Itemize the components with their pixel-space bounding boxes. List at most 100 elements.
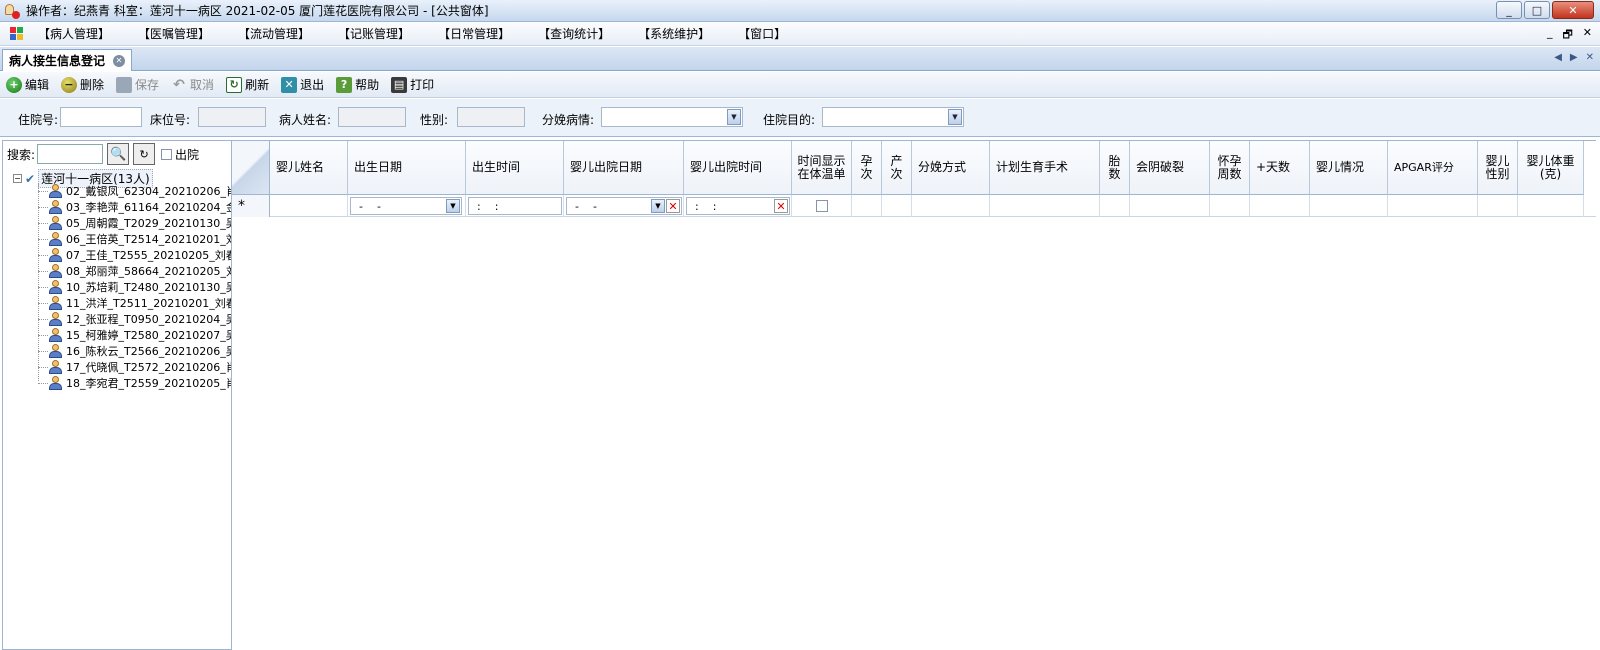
delivery-method-cell[interactable] [912, 195, 990, 217]
patient-node[interactable]: 08_郑丽萍_58664_20210205_刘 [38, 263, 231, 279]
close-button[interactable]: ✕ [1552, 1, 1594, 19]
print-button[interactable]: ▤ 打印 [391, 76, 434, 93]
chevron-down-icon[interactable]: ▼ [727, 109, 741, 125]
admission-no-input[interactable] [60, 107, 142, 127]
show-on-chart-checkbox[interactable] [816, 200, 828, 212]
column-header[interactable]: 计划生育手术 [990, 141, 1100, 195]
patient-node[interactable]: 11_洪洋_T2511_20210201_刘春 [38, 295, 231, 311]
column-header[interactable]: 婴儿情况 [1310, 141, 1388, 195]
column-header[interactable]: 分娩方式 [912, 141, 990, 195]
chevron-down-icon[interactable]: ▼ [446, 199, 460, 213]
edit-button[interactable]: + 编辑 [6, 76, 49, 93]
patient-node[interactable]: 05_周朝霞_T2029_20210130_吴 [38, 215, 231, 231]
birth-date-input[interactable]: - - ▼ [350, 197, 462, 215]
tab-scroll-left-icon[interactable]: ◀ [1554, 52, 1562, 63]
baby-name-cell[interactable] [270, 195, 348, 217]
gravida-cell[interactable] [852, 195, 882, 217]
column-header[interactable]: 婴儿性别 [1478, 141, 1518, 195]
help-button[interactable]: ? 帮助 [336, 76, 379, 93]
baby-sex-cell[interactable] [1478, 195, 1518, 217]
discharge-time-cell[interactable]: : : ✕ [684, 195, 792, 217]
birth-time-cell[interactable]: : : [466, 195, 564, 217]
collapse-icon[interactable]: − [13, 174, 22, 183]
delete-button[interactable]: − 删除 [61, 76, 104, 93]
column-header[interactable]: 婴儿出院日期 [564, 141, 684, 195]
menu-system[interactable]: 【系统维护】 [638, 25, 710, 42]
column-header[interactable]: APGAR评分 [1388, 141, 1478, 195]
patient-node[interactable]: 02_戴银凤_62304_20210206_肖 [38, 183, 231, 199]
birth-date-cell[interactable]: - - ▼ [348, 195, 466, 217]
patient-node[interactable]: 16_陈秋云_T2566_20210206_吴 [38, 343, 231, 359]
bed-no-input[interactable] [198, 107, 266, 127]
plus-days-cell[interactable] [1250, 195, 1310, 217]
birth-time-input[interactable]: : : [468, 197, 562, 215]
cancel-button[interactable]: ↶ 取消 [171, 76, 214, 93]
search-input[interactable] [37, 144, 104, 164]
refresh-tree-button[interactable]: ↻ [133, 143, 156, 165]
refresh-button[interactable]: ↻ 刷新 [226, 76, 269, 93]
column-header[interactable]: 怀孕周数 [1210, 141, 1250, 195]
mdi-minimize-button[interactable]: _ [1547, 26, 1553, 45]
patient-node[interactable]: 06_王倍英_T2514_20210201_刘 [38, 231, 231, 247]
menu-query[interactable]: 【查询统计】 [538, 25, 610, 42]
patient-node[interactable]: 15_柯雅婷_T2580_20210207_吴 [38, 327, 231, 343]
grid-corner[interactable] [232, 141, 270, 195]
menu-flow[interactable]: 【流动管理】 [238, 25, 310, 42]
apgar-cell[interactable] [1388, 195, 1478, 217]
table-row[interactable]: * - - ▼ : : - - ▼ ✕ : : ✕ [232, 195, 1596, 217]
baby-condition-cell[interactable] [1310, 195, 1388, 217]
discharged-checkbox[interactable] [161, 148, 173, 160]
patient-node[interactable]: 10_苏培莉_T2480_20210130_吴 [38, 279, 231, 295]
save-button[interactable]: 保存 [116, 76, 159, 93]
patient-node[interactable]: 17_代晓佩_T2572_20210206_肖 [38, 359, 231, 375]
clear-icon[interactable]: ✕ [666, 199, 680, 213]
chevron-down-icon[interactable]: ▼ [651, 199, 665, 213]
patient-node[interactable]: 03_李艳萍_61164_20210204_金 [38, 199, 231, 215]
menu-billing[interactable]: 【记账管理】 [338, 25, 410, 42]
baby-weight-cell[interactable] [1518, 195, 1584, 217]
column-header[interactable]: 会阴破裂 [1130, 141, 1210, 195]
family-planning-cell[interactable] [990, 195, 1100, 217]
search-button[interactable]: 🔍 [107, 143, 130, 165]
column-header[interactable]: +天数 [1250, 141, 1310, 195]
tab-close-all-icon[interactable]: ✕ [1586, 52, 1594, 63]
column-header[interactable]: 胎数 [1100, 141, 1130, 195]
column-header[interactable]: 婴儿出院时间 [684, 141, 792, 195]
perineal-tear-cell[interactable] [1130, 195, 1210, 217]
menu-window[interactable]: 【窗口】 [738, 25, 786, 42]
tab-close-icon[interactable]: ✕ [113, 54, 126, 67]
sex-input[interactable] [457, 107, 525, 127]
discharge-date-cell[interactable]: - - ▼ ✕ [564, 195, 684, 217]
menu-daily[interactable]: 【日常管理】 [438, 25, 510, 42]
mdi-close-button[interactable]: ✕ [1583, 26, 1592, 45]
mdi-restore-button[interactable]: 🗗 [1562, 26, 1572, 45]
minimize-button[interactable]: _ [1496, 1, 1522, 19]
delivery-condition-select[interactable]: ▼ [601, 107, 743, 127]
column-header[interactable]: 孕次 [852, 141, 882, 195]
para-cell[interactable] [882, 195, 912, 217]
show-time-cell[interactable] [792, 195, 852, 217]
clear-icon[interactable]: ✕ [774, 199, 788, 213]
tab-scroll-right-icon[interactable]: ▶ [1570, 52, 1578, 63]
fetus-count-cell[interactable] [1100, 195, 1130, 217]
column-header[interactable]: 婴儿体重(克) [1518, 141, 1584, 195]
patient-node[interactable]: 18_李宛君_T2559_20210205_肖 [38, 375, 231, 391]
patient-node[interactable]: 12_张亚程_T0950_20210204_吴 [38, 311, 231, 327]
column-header[interactable]: 出生日期 [348, 141, 466, 195]
admission-purpose-select[interactable]: ▼ [822, 107, 964, 127]
maximize-button[interactable]: □ [1524, 1, 1550, 19]
discharge-time-input[interactable]: : : ✕ [686, 197, 790, 215]
column-header[interactable]: 出生时间 [466, 141, 564, 195]
patient-node[interactable]: 07_王佳_T2555_20210205_刘春 [38, 247, 231, 263]
tab-birth-registration[interactable]: 病人接生信息登记 ✕ [2, 49, 133, 71]
menu-patient[interactable]: 【病人管理】 [38, 25, 110, 42]
column-header[interactable]: 产次 [882, 141, 912, 195]
chevron-down-icon[interactable]: ▼ [948, 109, 962, 125]
exit-button[interactable]: ✕ 退出 [281, 76, 324, 93]
gestation-weeks-cell[interactable] [1210, 195, 1250, 217]
column-header[interactable]: 婴儿姓名 [270, 141, 348, 195]
discharge-date-input[interactable]: - - ▼ ✕ [566, 197, 682, 215]
patient-name-input[interactable] [338, 107, 406, 127]
column-header[interactable]: 时间显示在体温单 [792, 141, 852, 195]
menu-orders[interactable]: 【医嘱管理】 [138, 25, 210, 42]
